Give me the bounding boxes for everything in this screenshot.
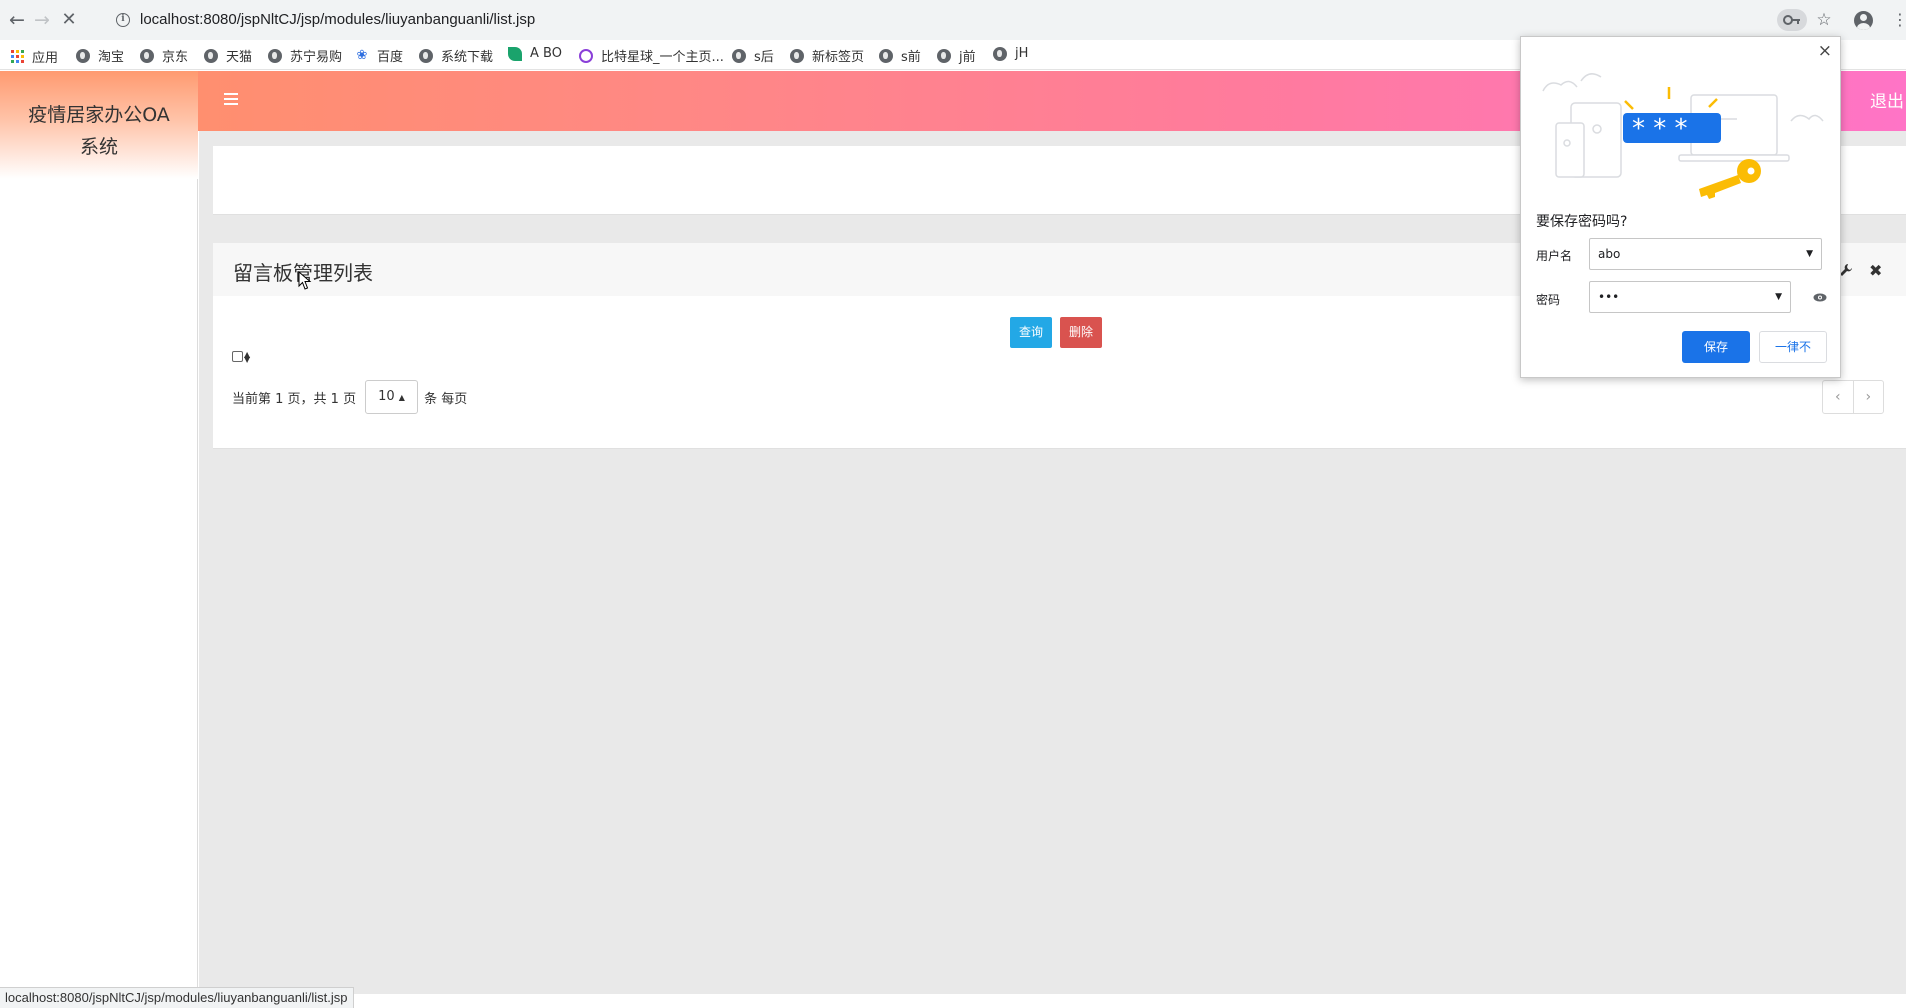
sidebar [0,179,198,994]
prev-page-button[interactable]: ‹ [1823,381,1854,413]
close-icon[interactable]: ✖ [1869,261,1882,280]
mouse-cursor-icon [298,271,312,290]
svg-text:* * *: * * * [1632,114,1688,144]
status-bar-url: localhost:8080/jspNltCJ/jsp/modules/liuy… [0,987,354,1008]
brand-title-line2: 系统 [79,136,118,158]
next-page-button[interactable]: › [1854,381,1884,413]
globe-icon [419,48,433,63]
globe-icon [732,48,746,63]
bookmark-system-download[interactable]: 系统下载 [419,46,493,65]
info-icon[interactable]: i [116,13,130,27]
leaf-icon [508,46,522,61]
globe-icon [879,48,893,63]
username-select[interactable]: abo ▼ [1589,238,1822,270]
brand-title-line1: 疫情居家办公OA [28,104,170,126]
select-all-header: ▲ ▼ [232,350,250,363]
sort-icon[interactable]: ▲ ▼ [244,350,250,363]
back-arrow-icon[interactable]: ← [5,8,29,32]
never-button[interactable]: 一律不 [1759,331,1827,363]
bookmark-jh[interactable]: jH [993,46,1028,61]
pagination-buttons: ‹ › [1822,380,1884,414]
bookmark-apps[interactable]: 应用 [11,47,58,66]
hamburger-menu-icon[interactable] [224,93,240,107]
bookmark-abo[interactable]: A BO [508,46,562,61]
password-label: 密码 [1536,293,1561,307]
bookmark-jd[interactable]: 京东 [140,46,188,65]
password-key-icon[interactable] [1777,9,1807,31]
select-all-checkbox[interactable] [232,351,243,362]
dropdown-caret-icon: ▼ [1775,292,1782,302]
caret-up-icon: ▲ [398,393,405,402]
bookmark-baidu[interactable]: ❀ 百度 [355,46,403,65]
per-page-text: 条 每页 [424,391,468,407]
password-illustration: * * * [1542,73,1824,199]
globe-icon [268,48,282,63]
bookmark-star-icon[interactable]: ☆ [1812,8,1836,32]
dropdown-caret-icon: ▼ [1806,249,1813,259]
globe-icon [790,48,804,63]
stop-loading-icon[interactable]: ✕ [57,8,81,32]
pagination-info: 当前第 1 页，共 1 页 10 ▲ 条 每页 [232,380,467,414]
dialog-title: 要保存密码吗? [1536,214,1628,230]
bookmark-s-back[interactable]: s后 [732,46,774,65]
bookmark-bitstar[interactable]: 比特星球_一个主页... [579,46,724,65]
bookmark-label: 应用 [32,51,59,66]
globe-icon [993,46,1007,61]
eye-icon[interactable] [1813,293,1827,302]
save-button[interactable]: 保存 [1682,331,1750,363]
apps-grid-icon [11,50,24,63]
brand-logo: 疫情居家办公OA 系统 [0,71,198,179]
globe-icon [140,48,154,63]
save-password-dialog: × * * * 要保存密码吗? 用户名 abo ▼ 密码 ••• ▼ 保存 一律… [1520,36,1841,378]
forward-arrow-icon[interactable]: → [30,8,54,32]
username-label: 用户名 [1536,249,1573,263]
password-select[interactable]: ••• ▼ [1589,281,1791,313]
bookmark-s-front[interactable]: s前 [879,46,921,65]
profile-avatar-icon[interactable] [1854,11,1873,30]
globe-icon [937,48,951,63]
delete-button[interactable]: 删除 [1060,317,1103,348]
wrench-icon[interactable] [1839,263,1853,277]
url-text[interactable]: localhost:8080/jspNltCJ/jsp/modules/liuy… [140,11,535,28]
bookmark-suning[interactable]: 苏宁易购 [268,46,342,65]
page-count-text: 当前第 1 页，共 1 页 [232,391,357,407]
browser-toolbar: ← → ✕ i localhost:8080/jspNltCJ/jsp/modu… [0,0,1906,40]
bookmark-tmall[interactable]: 天猫 [204,46,252,65]
logout-link[interactable]: 退出 [1870,87,1904,112]
query-button[interactable]: 查询 [1010,317,1053,348]
paw-icon: ❀ [356,47,368,63]
planet-icon [579,48,593,63]
address-bar[interactable]: i localhost:8080/jspNltCJ/jsp/modules/li… [108,4,1810,36]
bookmark-taobao[interactable]: 淘宝 [76,46,124,65]
page-size-select[interactable]: 10 ▲ [365,380,419,414]
globe-icon [204,48,218,63]
bookmark-j-front[interactable]: j前 [937,46,976,65]
menu-dots-icon[interactable]: ⋮ [1888,8,1906,32]
globe-icon [76,48,90,63]
bookmark-new-tab[interactable]: 新标签页 [790,46,864,65]
